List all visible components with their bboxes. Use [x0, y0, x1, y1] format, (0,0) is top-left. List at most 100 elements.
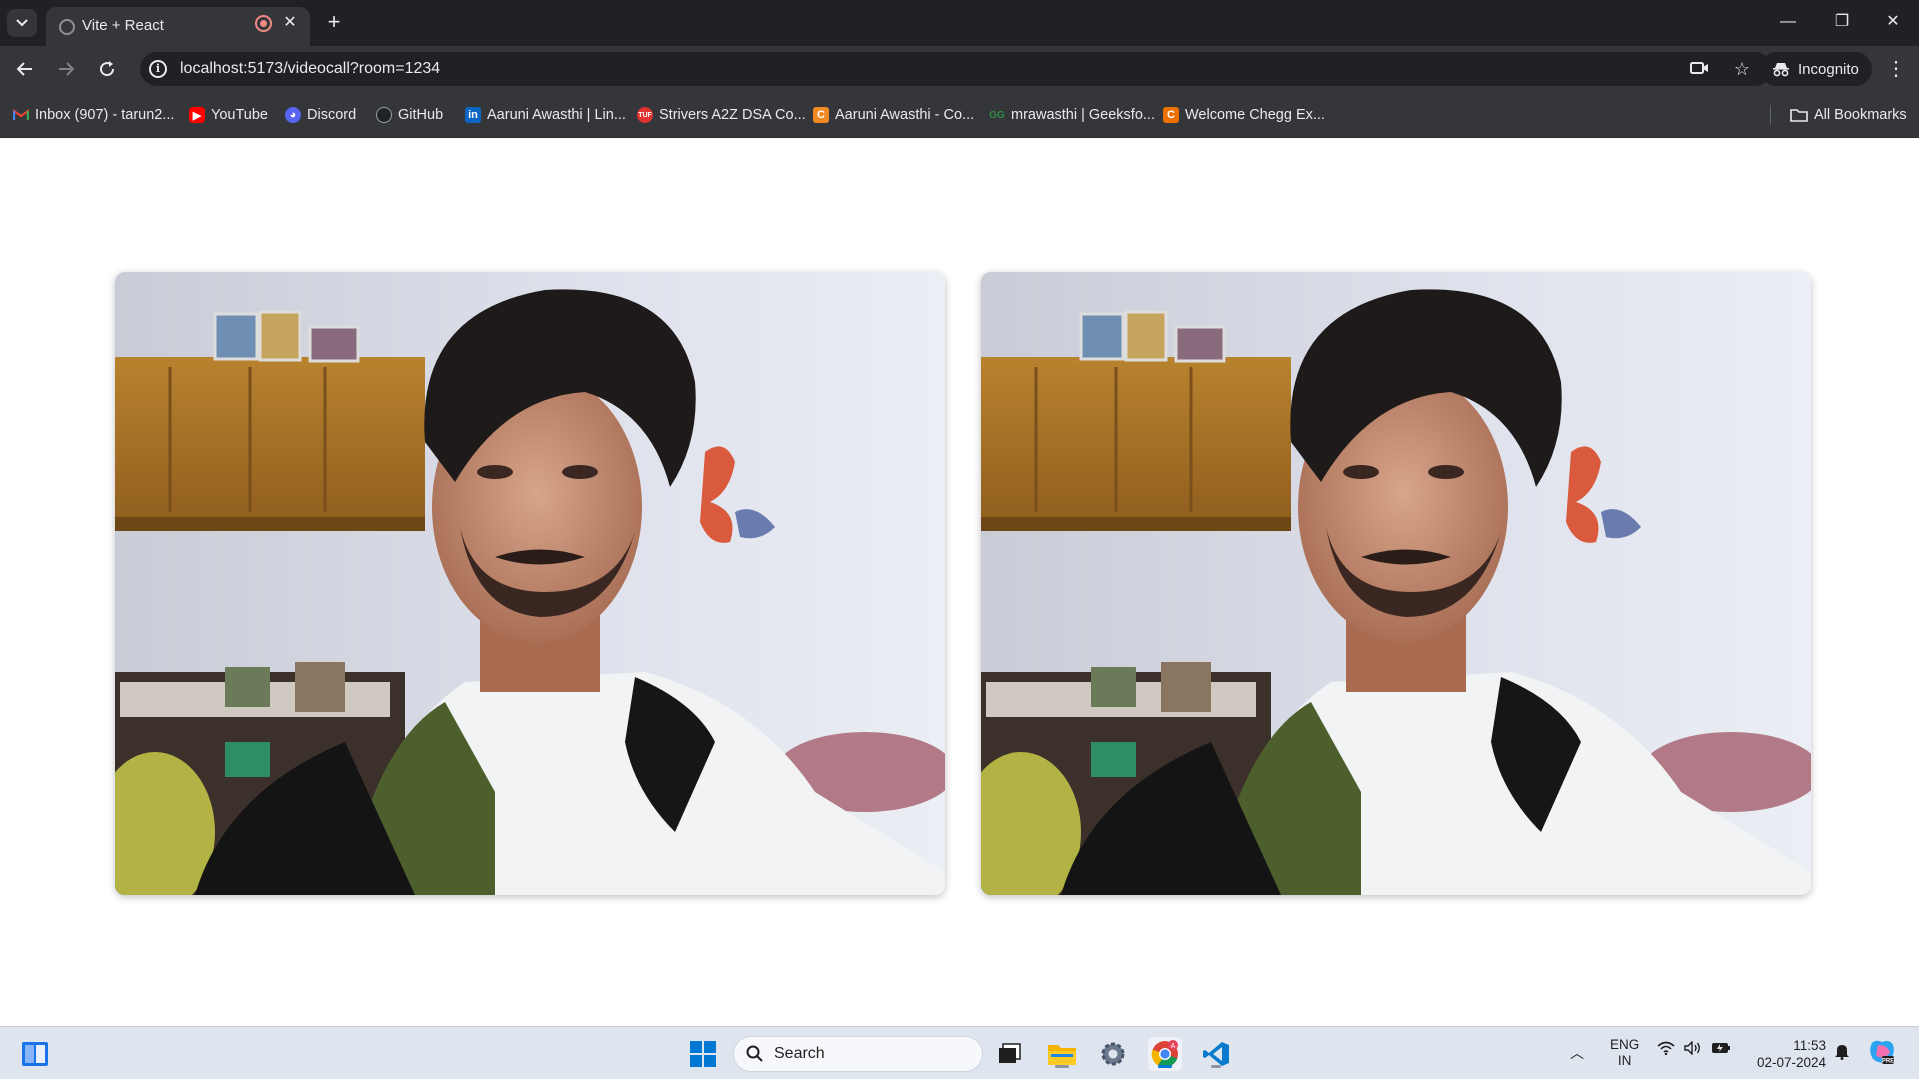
running-indicator [1055, 1065, 1069, 1068]
video-call-page [0, 138, 1919, 1026]
linkedin-icon: in [465, 107, 481, 123]
codechef-icon: C [813, 107, 829, 123]
settings-button[interactable] [1096, 1037, 1130, 1071]
search-placeholder: Search [774, 1045, 825, 1062]
clock-date: 02-07-2024 [1756, 1055, 1826, 1070]
notifications-button[interactable] [1834, 1042, 1850, 1063]
language-code: ENG [1610, 1037, 1640, 1052]
gmail-icon [13, 107, 29, 123]
chrome-icon: A [1151, 1040, 1178, 1068]
globe-icon [59, 19, 75, 35]
clock-time: 11:53 [1793, 1038, 1826, 1053]
task-view-button[interactable] [993, 1037, 1027, 1071]
remote-video[interactable] [981, 272, 1811, 895]
webcam-frame-local [115, 272, 945, 895]
volume-icon [1684, 1041, 1700, 1055]
bookmark-gmail[interactable]: Inbox (907) - tarun2... [13, 104, 174, 126]
chegg-icon: C [1163, 107, 1179, 123]
site-info-icon[interactable]: i [149, 60, 167, 78]
reload-button[interactable] [93, 55, 121, 83]
close-tab-icon[interactable]: ✕ [280, 13, 300, 33]
camera-in-use-icon[interactable] [1690, 60, 1710, 81]
back-button[interactable] [11, 55, 39, 83]
minimize-button[interactable]: — [1773, 10, 1803, 34]
svg-text:A: A [1171, 1043, 1176, 1050]
show-hidden-icons-button[interactable]: ︿ [1570, 1043, 1584, 1063]
file-explorer-button[interactable] [1045, 1037, 1079, 1071]
copilot-button[interactable]: PRE [1868, 1039, 1896, 1068]
svg-text:PRE: PRE [1882, 1059, 1894, 1065]
bookmark-youtube[interactable]: ▶ YouTube [189, 104, 268, 126]
clock[interactable]: 11:53 02-07-2024 [1750, 1037, 1826, 1071]
running-indicator [1211, 1065, 1221, 1068]
close-window-button[interactable]: ✕ [1878, 10, 1908, 34]
incognito-icon [1773, 63, 1789, 77]
tab-title: Vite + React [82, 17, 164, 34]
language-indicator[interactable]: ENG IN [1610, 1037, 1639, 1069]
bookmark-label: mrawasthi | Geeksfo... [1011, 107, 1155, 123]
forward-button[interactable] [52, 55, 80, 83]
recording-icon [255, 15, 272, 32]
address-url[interactable]: localhost:5173/videocall?room=1234 [180, 60, 440, 78]
wifi-icon [1657, 1041, 1675, 1055]
tab-active[interactable]: Vite + React ✕ [46, 7, 310, 46]
search-icon [746, 1045, 763, 1062]
bookmark-label: YouTube [211, 107, 268, 123]
arrow-left-icon [16, 62, 32, 76]
bookmark-github[interactable]: GitHub [376, 104, 443, 126]
bookmarks-bar: Inbox (907) - tarun2... ▶ YouTube ◕ Disc… [0, 92, 1919, 138]
bookmark-chegg[interactable]: C Welcome Chegg Ex... [1163, 104, 1325, 126]
battery-icon [1712, 1043, 1730, 1053]
widgets-button[interactable] [18, 1037, 52, 1071]
bookmark-label: Welcome Chegg Ex... [1185, 107, 1325, 123]
discord-icon: ◕ [285, 107, 301, 123]
bookmark-label: Aaruni Awasthi - Co... [835, 107, 975, 123]
taskbar-search[interactable]: Search [733, 1036, 983, 1072]
gfg-icon: GG [989, 109, 1005, 121]
folder-icon [1790, 109, 1808, 122]
vscode-icon [1203, 1042, 1229, 1066]
github-icon [376, 107, 392, 123]
browser-toolbar: i localhost:5173/videocall?room=1234 ☆ I… [0, 46, 1919, 92]
all-bookmarks-button[interactable]: All Bookmarks [1790, 104, 1907, 126]
bookmark-linkedin[interactable]: in Aaruni Awasthi | Lin... [465, 104, 626, 126]
arrow-right-icon [59, 62, 75, 76]
bookmark-label: Aaruni Awasthi | Lin... [487, 107, 626, 123]
address-bar[interactable]: i localhost:5173/videocall?room=1234 ☆ [140, 52, 1772, 86]
incognito-badge[interactable]: Incognito [1760, 52, 1872, 86]
gear-icon [1101, 1042, 1125, 1066]
bookmark-striver[interactable]: TUF Strivers A2Z DSA Co... [637, 104, 806, 126]
chrome-button[interactable]: A [1148, 1037, 1182, 1071]
bookmark-label: Inbox (907) - tarun2... [35, 107, 175, 123]
bookmark-star-icon[interactable]: ☆ [1734, 59, 1750, 80]
vscode-button[interactable] [1199, 1037, 1233, 1071]
bookmark-label: Strivers A2Z DSA Co... [659, 107, 806, 123]
active-indicator [1158, 1065, 1172, 1068]
tab-search-button[interactable] [7, 9, 37, 37]
quick-settings[interactable] [1657, 1041, 1731, 1055]
local-video[interactable] [115, 272, 945, 895]
chevron-down-icon [16, 19, 28, 27]
start-button[interactable] [686, 1037, 720, 1071]
bell-icon [1835, 1045, 1849, 1060]
windows-taskbar: Search A ︿ ENG IN 11:53 02-07-2024 PRE [0, 1026, 1919, 1079]
tuf-icon: TUF [637, 107, 653, 123]
region-code: IN [1617, 1053, 1632, 1068]
bookmark-codechef[interactable]: C Aaruni Awasthi - Co... [813, 104, 974, 126]
task-view-icon [999, 1043, 1021, 1063]
webcam-frame-remote [981, 272, 1811, 895]
copilot-icon: PRE [1870, 1040, 1894, 1065]
bookmark-geeksforgeeks[interactable]: GG mrawasthi | Geeksfo... [989, 104, 1155, 126]
reload-icon [100, 61, 115, 77]
browser-menu-button[interactable]: ⋮ [1886, 58, 1906, 80]
bookmark-discord[interactable]: ◕ Discord [285, 104, 356, 126]
all-bookmarks-label: All Bookmarks [1814, 107, 1907, 123]
widgets-icon [22, 1042, 48, 1066]
browser-tab-strip: Vite + React ✕ + — ❐ ✕ [0, 0, 1919, 46]
youtube-icon: ▶ [189, 107, 205, 123]
incognito-label: Incognito [1798, 60, 1859, 78]
bookmark-label: Discord [307, 107, 357, 123]
folder-icon [1048, 1045, 1076, 1065]
restore-button[interactable]: ❐ [1827, 10, 1857, 34]
new-tab-button[interactable]: + [322, 10, 346, 34]
